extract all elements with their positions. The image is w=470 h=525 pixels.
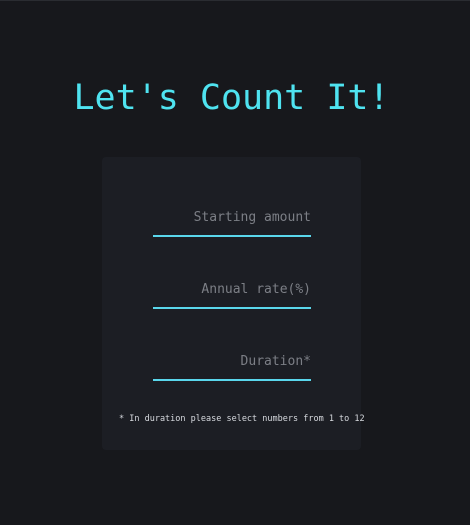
duration-field: [153, 351, 311, 381]
duration-input[interactable]: [153, 351, 311, 381]
calculator-card: * In duration please select numbers from…: [102, 157, 365, 450]
page-title: Let's Count It!: [73, 78, 390, 118]
duration-note: * In duration please select numbers from…: [119, 414, 365, 424]
annual-rate-field: [153, 279, 311, 309]
starting-amount-input[interactable]: [153, 207, 311, 237]
starting-amount-field: [153, 207, 311, 237]
annual-rate-input[interactable]: [153, 279, 311, 309]
top-border: [0, 0, 470, 1]
